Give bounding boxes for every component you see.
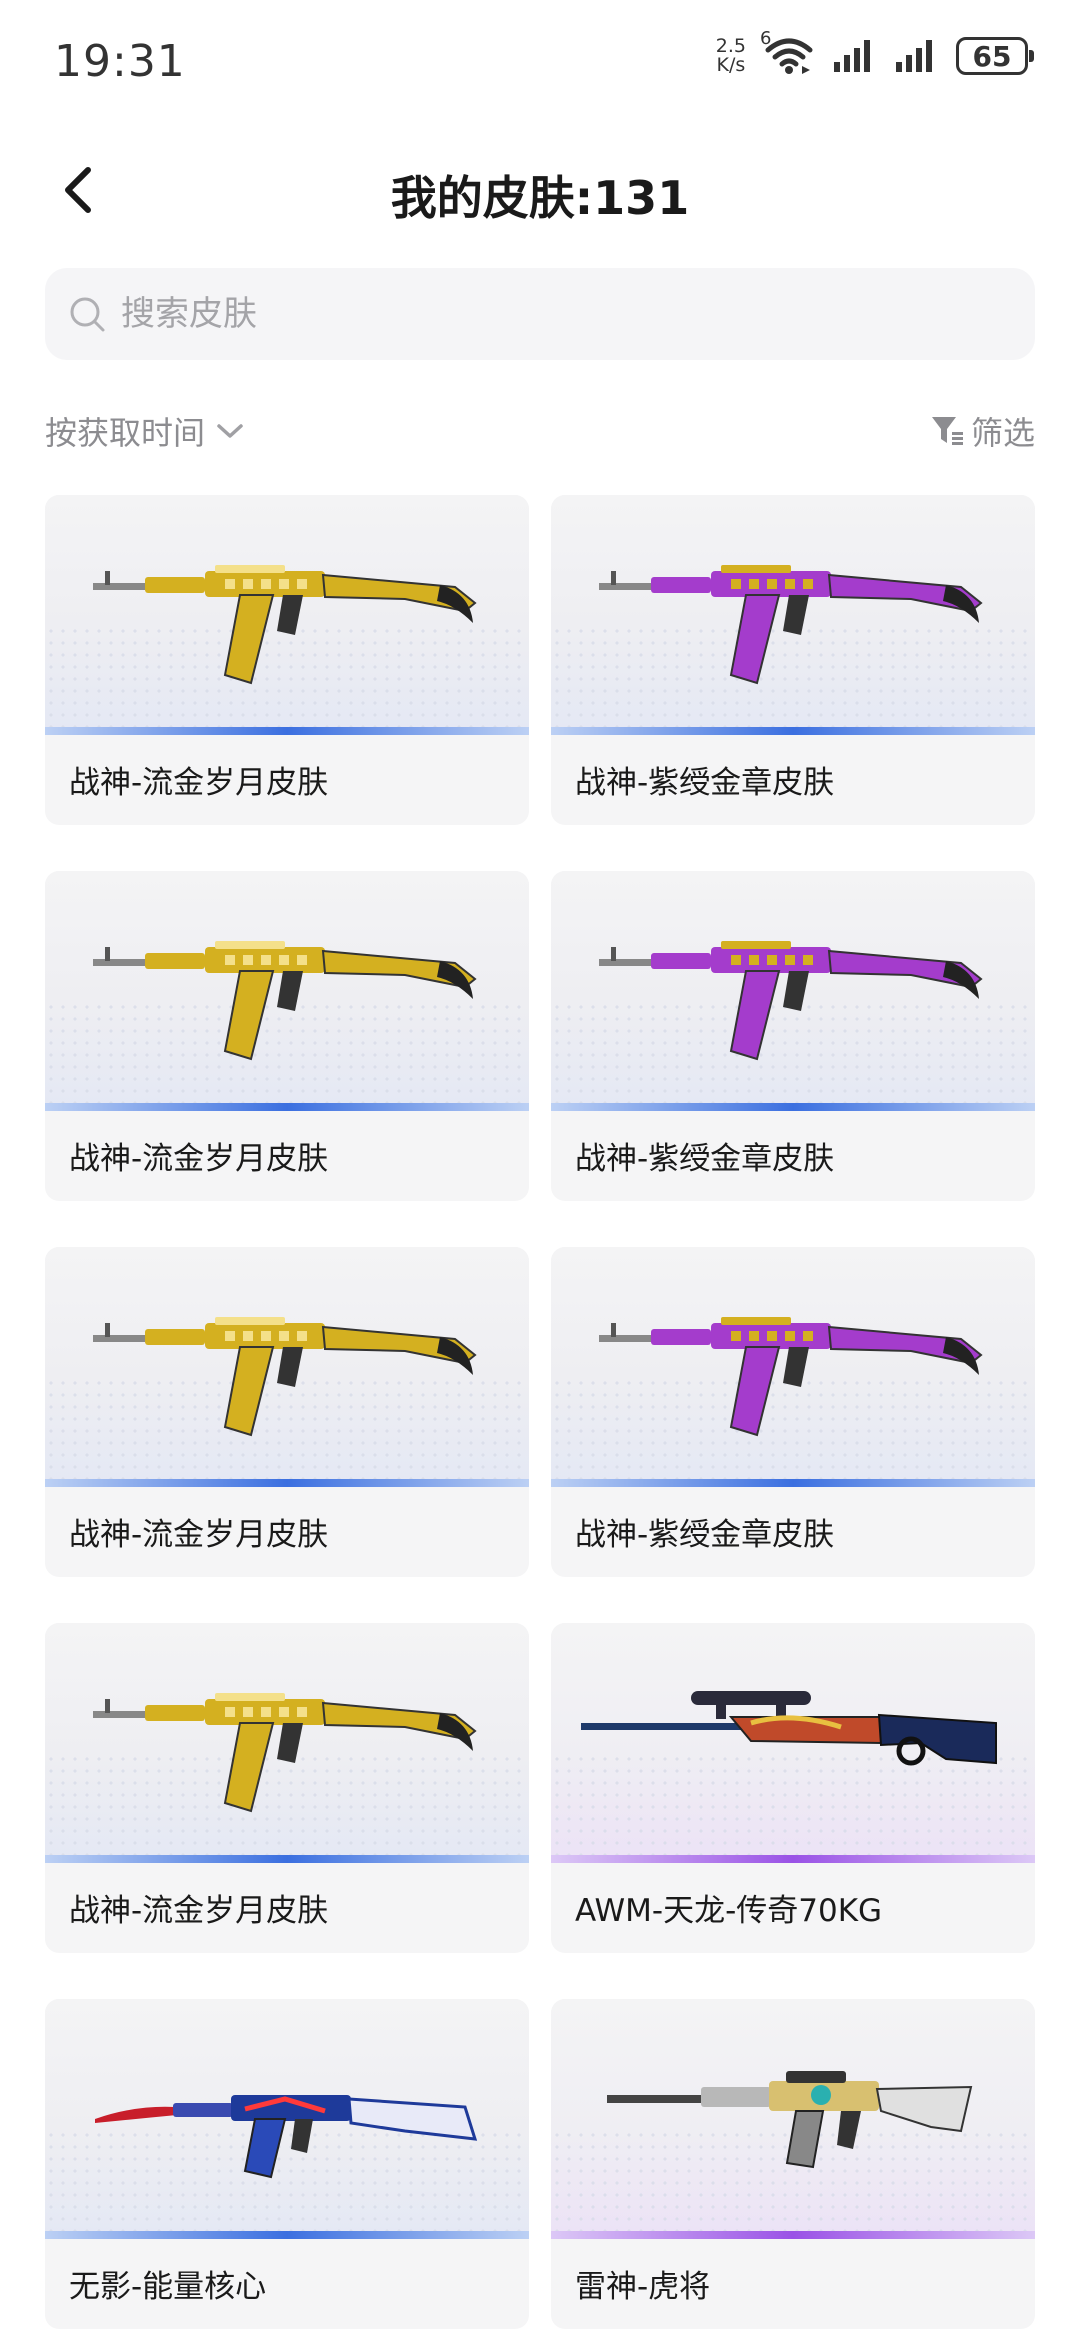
skin-image <box>551 871 1035 1111</box>
skin-grid: 战神-流金岁月皮肤 战神-紫绶金章皮肤 战神-流金岁月皮肤 战神-紫绶金章皮肤 … <box>45 495 1035 2329</box>
network-speed: 2.5 K/s <box>716 37 746 75</box>
weapon-illustration <box>599 941 983 1061</box>
skin-image <box>45 1999 529 2239</box>
skin-image <box>551 1247 1035 1487</box>
status-icons: 2.5 K/s 6 65 <box>716 28 1034 76</box>
skin-card[interactable]: 无影-能量核心 <box>45 1999 529 2329</box>
skin-name: 战神-流金岁月皮肤 <box>69 1893 329 1929</box>
weapon-illustration <box>599 565 983 685</box>
status-time: 19:31 <box>54 36 186 87</box>
page-title: 我的皮肤:131 <box>390 171 690 225</box>
skin-image <box>551 1999 1035 2239</box>
skin-name: 战神-流金岁月皮肤 <box>69 765 329 801</box>
filter-label: 筛选 <box>970 414 1035 452</box>
skin-card[interactable]: 战神-流金岁月皮肤 <box>45 1247 529 1577</box>
page-header: 我的皮肤:131 <box>0 140 1080 240</box>
skin-name: 战神-紫绶金章皮肤 <box>575 1141 835 1177</box>
skin-image <box>45 495 529 735</box>
signal-icon <box>832 38 876 74</box>
skin-card[interactable]: 雷神-虎将 <box>551 1999 1035 2329</box>
skin-name: 雷神-虎将 <box>575 2269 711 2305</box>
status-bar: 19:31 2.5 K/s 6 65 <box>0 0 1080 120</box>
filter-button[interactable]: 筛选 <box>929 408 1035 454</box>
skin-card[interactable]: AWM-天龙-传奇70KG <box>551 1623 1035 1953</box>
skin-card[interactable]: 战神-流金岁月皮肤 <box>45 495 529 825</box>
sort-dropdown[interactable]: 按获取时间 <box>45 408 247 454</box>
wifi-label: 6 <box>760 28 772 49</box>
search-icon <box>70 297 105 332</box>
skin-image <box>551 495 1035 735</box>
weapon-illustration <box>599 1317 983 1437</box>
weapon-illustration <box>581 1691 997 1766</box>
weapon-illustration <box>607 2071 973 2169</box>
network-speed-unit: K/s <box>716 54 746 76</box>
skin-name: AWM-天龙-传奇70KG <box>575 1893 883 1929</box>
skin-name: 战神-流金岁月皮肤 <box>69 1141 329 1177</box>
skin-image <box>45 1247 529 1487</box>
skin-name: 战神-紫绶金章皮肤 <box>575 765 835 801</box>
skin-card[interactable]: 战神-紫绶金章皮肤 <box>551 1247 1035 1577</box>
sort-filter-bar: 按获取时间 筛选 <box>45 400 1035 460</box>
skin-name: 战神-流金岁月皮肤 <box>69 1517 329 1553</box>
skin-image <box>551 1623 1035 1863</box>
battery-level: 65 <box>972 39 1012 73</box>
weapon-illustration <box>95 2095 478 2179</box>
chevron-down-icon <box>217 424 243 438</box>
search-input[interactable] <box>119 293 983 335</box>
skin-name: 战神-紫绶金章皮肤 <box>575 1517 835 1553</box>
weapon-illustration <box>93 565 477 685</box>
battery-icon: 65 <box>956 37 1034 75</box>
search-bar[interactable] <box>45 268 1035 360</box>
skin-card[interactable]: 战神-紫绶金章皮肤 <box>551 495 1035 825</box>
skin-image <box>45 1623 529 1863</box>
filter-icon <box>931 417 963 445</box>
wifi-icon: 6 <box>760 28 814 76</box>
weapon-illustration <box>93 941 477 1061</box>
weapon-illustration <box>93 1693 477 1813</box>
signal-icon-2 <box>894 38 938 74</box>
skin-card[interactable]: 战神-紫绶金章皮肤 <box>551 871 1035 1201</box>
skin-card[interactable]: 战神-流金岁月皮肤 <box>45 871 529 1201</box>
sort-label: 按获取时间 <box>45 414 206 452</box>
skin-card[interactable]: 战神-流金岁月皮肤 <box>45 1623 529 1953</box>
skin-image <box>45 871 529 1111</box>
weapon-illustration <box>93 1317 477 1437</box>
skin-name: 无影-能量核心 <box>69 2269 267 2305</box>
